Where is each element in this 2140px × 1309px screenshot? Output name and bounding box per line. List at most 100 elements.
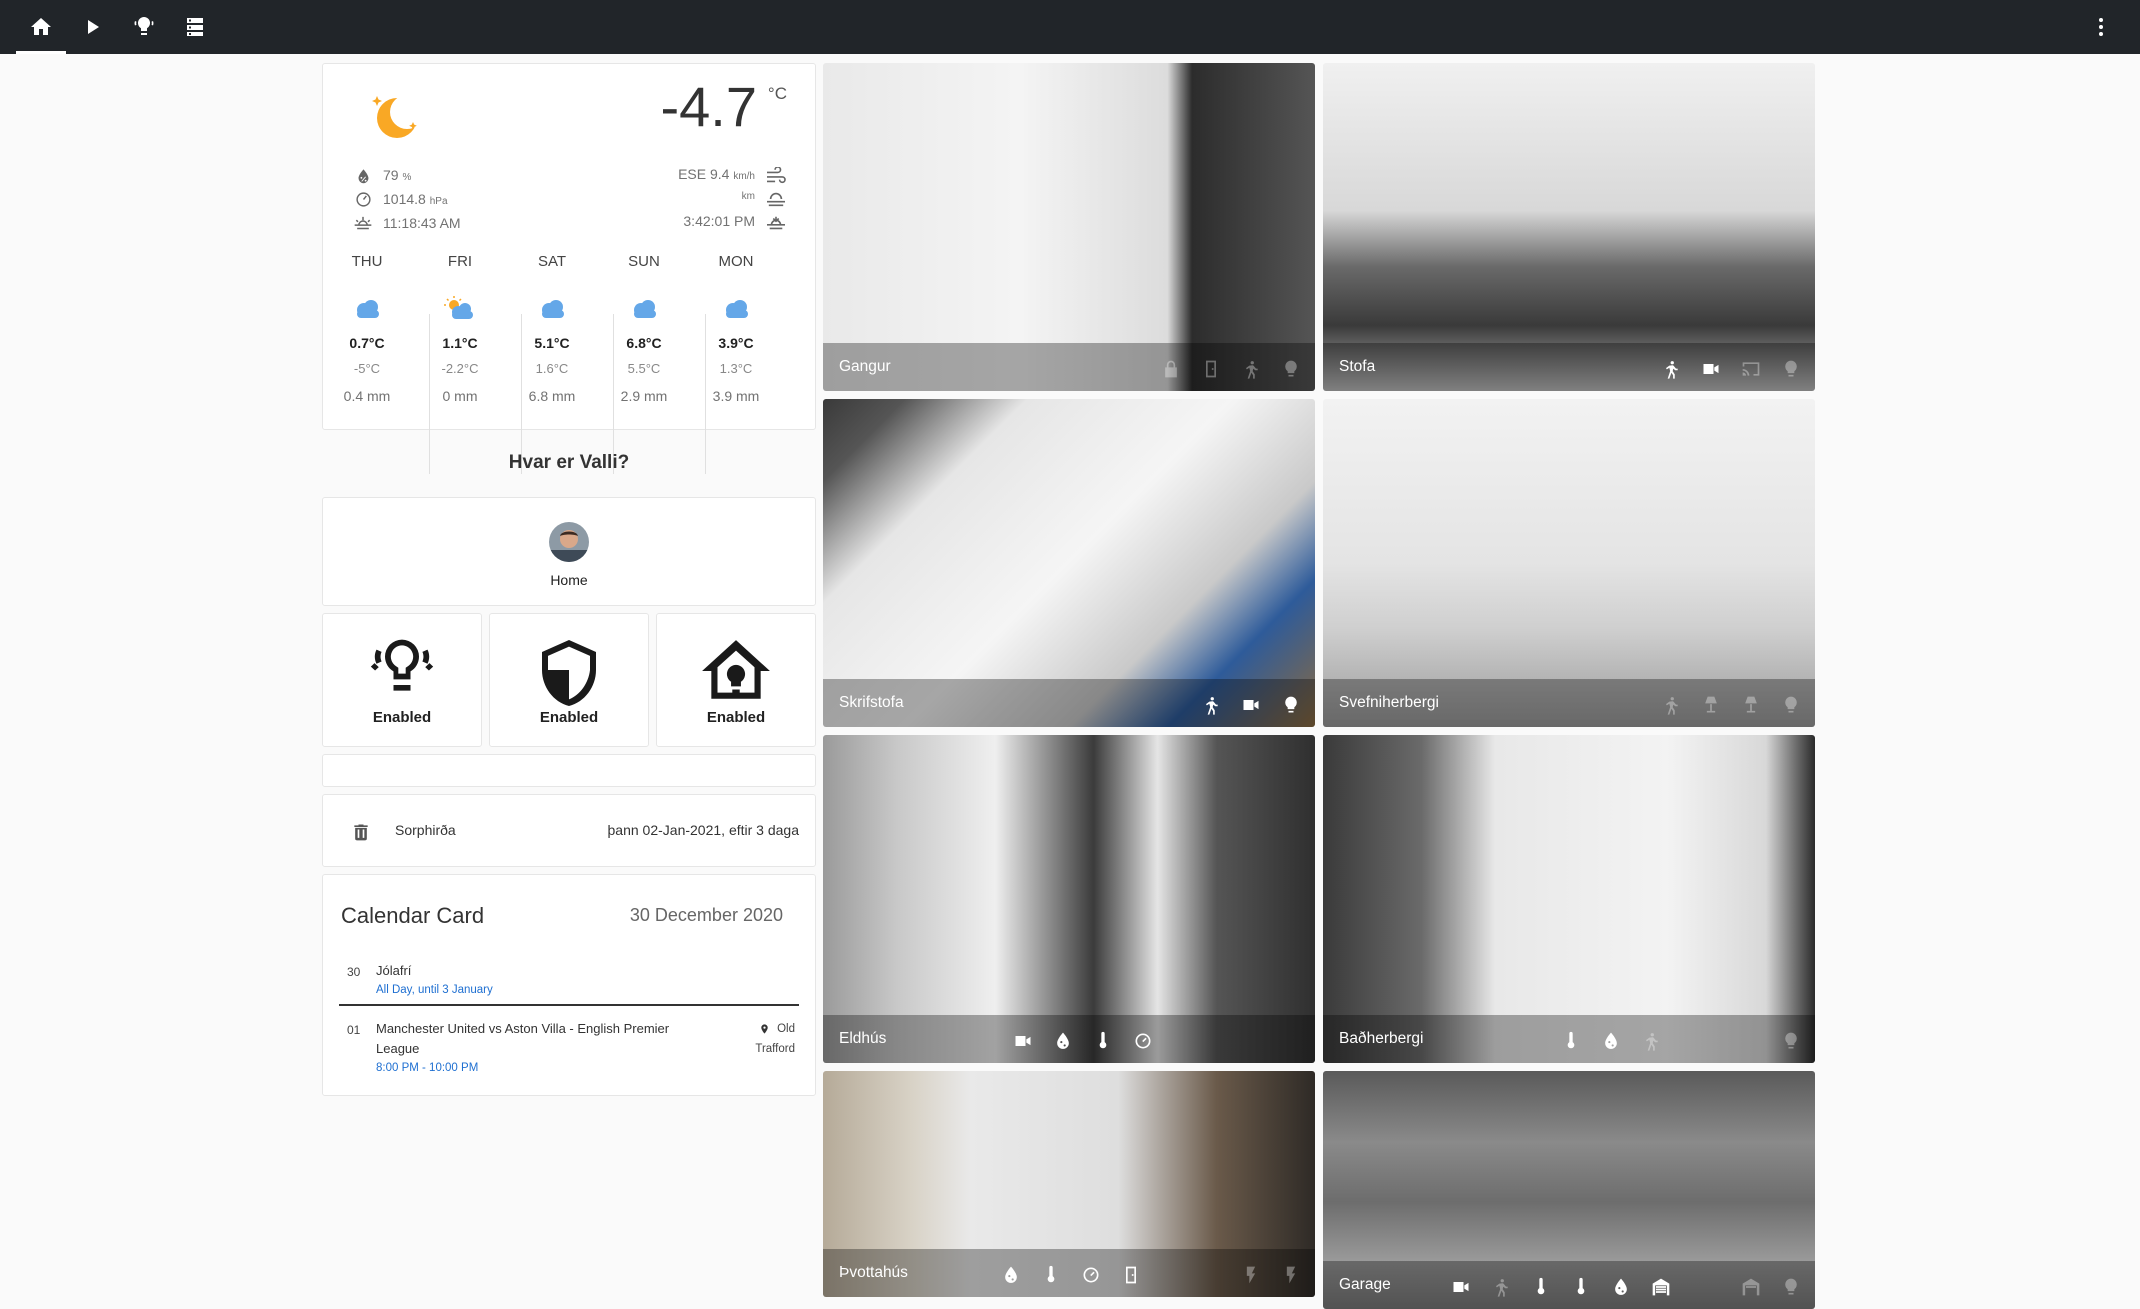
lamp-icon[interactable] [1739,693,1763,717]
calendar-event[interactable]: 01 Manchester United vs Aston Villa - En… [323,1009,815,1089]
flash-icon[interactable] [1239,1263,1263,1287]
event-title-line2: League [376,1041,420,1056]
forecast-low: -5°C [353,361,381,376]
room-card-garage[interactable]: Garage [1323,1071,1815,1309]
lock-icon[interactable] [1159,357,1183,381]
forecast-high: 5.1°C [534,335,570,351]
water-percent-icon[interactable] [999,1263,1023,1287]
room-entity-icons [1659,693,1803,717]
calendar-event[interactable]: 30 Jólafrí All Day, until 3 January [323,955,815,1003]
walk-icon[interactable] [1659,357,1683,381]
walk-icon[interactable] [1239,357,1263,381]
garage-open-icon[interactable] [1739,1275,1763,1299]
video-icon[interactable] [1239,693,1263,717]
tab-lights[interactable] [118,0,170,54]
calendar-card[interactable]: Calendar Card 30 December 2020 30 Jólafr… [322,874,816,1096]
event-day: 01 [347,1023,361,1037]
thermometer-icon[interactable] [1559,1029,1583,1053]
sunset-icon [767,216,785,230]
top-app-bar [0,0,2140,54]
tab-home[interactable] [15,0,67,54]
room-card-svefniherbergi[interactable]: Svefniherbergi [1323,399,1815,727]
event-day: 30 [347,965,361,979]
weather-card[interactable]: -4.7 °C 79 % 1014.8 hPa 11:18:43 AM ESE … [321,63,816,474]
wind-icon [767,167,786,184]
room-name: Eldhús [839,1030,887,1047]
event-title: Jólafrí [376,963,412,978]
shield-half-icon [542,640,596,706]
thermometer-icon[interactable] [1569,1275,1593,1299]
door-icon[interactable] [1199,357,1223,381]
avatar [549,522,589,562]
event-title-line1: Manchester United vs Aston Villa - Engli… [376,1021,670,1036]
alarm-button[interactable]: Enabled [489,613,649,747]
room-name: Þvottahús [839,1264,908,1281]
room-card-stofa[interactable]: Stofa [1323,63,1815,391]
lamp-icon[interactable] [1699,693,1723,717]
room-card-thvottahus[interactable]: Þvottahús [823,1071,1315,1297]
room-card-skrifstofa[interactable]: Skrifstofa [823,399,1315,727]
room-name: Svefniherbergi [1339,694,1439,711]
room-card-badherbergi[interactable]: Baðherbergi [1323,735,1815,1063]
water-percent-icon[interactable] [1599,1029,1623,1053]
button-state: Enabled [706,709,766,726]
cloud-icon [726,300,748,318]
presence-title: Hvar er Valli? [508,452,630,473]
forecast-precipitation: 3.9 mm [712,388,760,404]
garage-icon[interactable] [1649,1275,1673,1299]
empty-card [322,754,816,787]
gauge-icon[interactable] [1131,1029,1155,1053]
room-name: Garage [1339,1276,1391,1293]
water-percent-icon[interactable] [1051,1029,1075,1053]
lightbulb-icon[interactable] [1279,357,1303,381]
thermometer-icon[interactable] [1039,1263,1063,1287]
visibility-unit: km [741,191,755,202]
walk-icon[interactable] [1199,693,1223,717]
video-icon[interactable] [1699,357,1723,381]
lightbulb-icon[interactable] [1779,357,1803,381]
active-tab-indicator [16,51,66,54]
lightbulb-icon[interactable] [1779,1029,1803,1053]
room-card-gangur[interactable]: Gangur [823,63,1315,391]
thermometer-icon[interactable] [1529,1275,1553,1299]
video-icon[interactable] [1011,1029,1035,1053]
walk-icon[interactable] [1639,1029,1663,1053]
room-entity-icons [1159,357,1303,381]
garbage-card[interactable]: Sorphirða þann 02-Jan-2021, eftir 3 daga [322,794,816,867]
walk-icon[interactable] [1659,693,1683,717]
humidity-value: 79 % [383,167,412,183]
door-icon[interactable] [1119,1263,1143,1287]
overflow-menu-button[interactable] [2075,0,2127,54]
garbage-value: þann 02-Jan-2021, eftir 3 daga [607,822,799,838]
lightbulb-icon[interactable] [1779,693,1803,717]
water-percent-icon[interactable] [1609,1275,1633,1299]
forecast-day: MON 3.9°C 1.3°C 3.9 mm [690,253,782,404]
lightbulb-icon[interactable] [1779,1275,1803,1299]
lightbulbs-icon [370,639,434,691]
person-card[interactable]: Home [322,497,816,606]
home-lightbulb-icon [702,640,770,699]
server-icon [187,18,203,36]
cast-icon[interactable] [1739,357,1763,381]
gauge-icon [356,192,371,207]
home-lights-button[interactable]: Enabled [656,613,816,747]
video-icon[interactable] [1449,1275,1473,1299]
moon-clear-night-icon [372,95,423,138]
lightbulb-icon[interactable] [1279,693,1303,717]
forecast-high: 3.9°C [718,335,754,351]
cloud-icon [542,300,564,318]
gauge-icon[interactable] [1079,1263,1103,1287]
room-card-eldhus[interactable]: Eldhús [823,735,1315,1063]
thermometer-icon[interactable] [1091,1029,1115,1053]
room-entity-icons [1659,357,1803,381]
forecast-day: THU 0.7°C -5°C 0.4 mm [321,253,413,404]
forecast-high: 6.8°C [626,335,662,351]
lights-automation-button[interactable]: Enabled [322,613,482,747]
tab-media[interactable] [66,0,118,54]
room-entity-icons [999,1263,1303,1287]
walk-icon[interactable] [1489,1275,1513,1299]
cloud-icon [634,300,656,318]
tab-server[interactable] [169,0,221,54]
event-location-line1: Old [777,1023,795,1035]
flash-icon[interactable] [1279,1263,1303,1287]
